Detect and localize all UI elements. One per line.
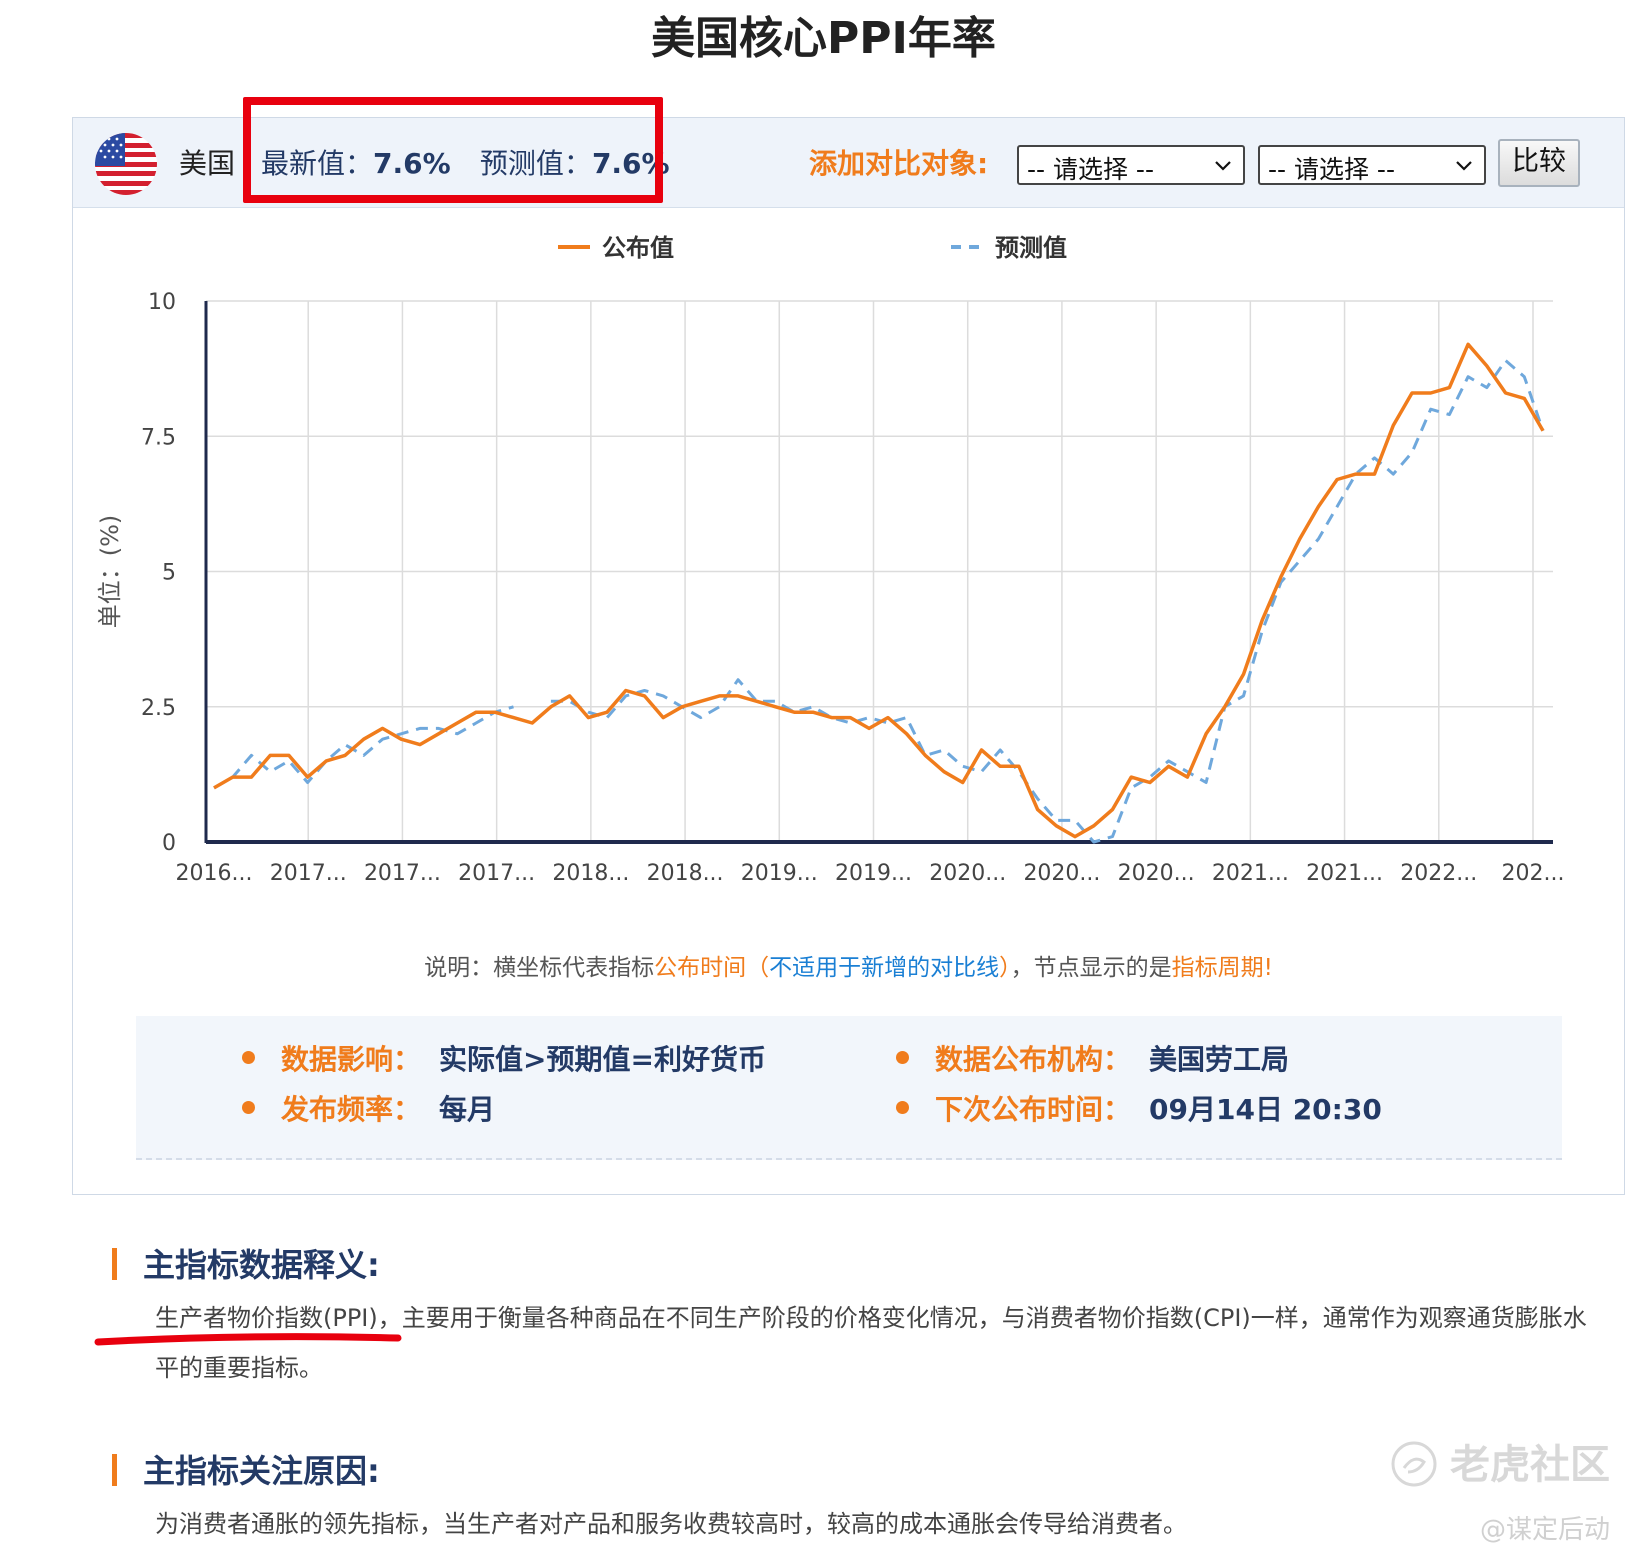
actual-series-line — [213, 342, 1545, 839]
us-flag-icon — [95, 133, 157, 195]
chevron-down-icon — [1215, 161, 1231, 171]
tiger-logo-icon — [1391, 1441, 1437, 1487]
watermark-author: @谋定后动 — [1480, 1515, 1611, 1545]
info-box: 数据影响： 实际值>预期值=利好货币 数据公布机构： 美国劳工局 发布频率： 每月 下… — [136, 1016, 1562, 1160]
x-tick-label: 2017... — [458, 861, 535, 886]
y-axis-label: 单位：(%) — [96, 515, 124, 629]
x-tick-label: 2018... — [647, 861, 724, 886]
indicator-panel: 美国 最新值：7.6% 预测值：7.6% 添加对比对象: -- 请选择 -- -… — [72, 97, 1625, 1195]
chart-note: 说明：横坐标代表指标公布时间（不适用于新增的对比线），节点显示的是指标周期! — [73, 948, 1624, 982]
country-label: 美国 — [179, 147, 236, 180]
reason-title: 主指标关注原因: — [143, 1452, 380, 1490]
x-tick-label: 2019... — [741, 861, 818, 886]
legend-actual-label: 公布值 — [602, 234, 674, 262]
note-paren-open: （ — [746, 955, 770, 981]
highlight-box — [243, 97, 663, 203]
header-bar: 美国 最新值：7.6% 预测值：7.6% 添加对比对象: -- 请选择 -- -… — [73, 97, 1624, 208]
x-tick-label: 2017... — [270, 861, 347, 886]
note-middle: ，节点显示的是 — [1010, 955, 1172, 981]
y-tick-label: 7.5 — [141, 425, 176, 450]
frequency-value: 每月 — [439, 1093, 496, 1126]
agency-label: 数据公布机构： — [935, 1043, 1132, 1076]
red-underline-mark — [94, 1333, 402, 1346]
x-tick-label: 2020... — [929, 861, 1006, 886]
y-tick-label: 10 — [148, 290, 176, 315]
impact-label: 数据影响： — [281, 1043, 422, 1076]
x-tick-label: 2019... — [835, 861, 912, 886]
frequency-label: 发布频率： — [281, 1093, 422, 1126]
note-prefix: 说明：横坐标代表指标 — [424, 955, 655, 981]
next-release-value: 09月14日 20:30 — [1149, 1093, 1382, 1126]
note-compare-line: 不适用于新增的对比线 — [769, 955, 1000, 981]
line-chart: 0 2.5 5 7.5 10 2016... 2017... 2017... 2017... 20… — [96, 234, 1565, 886]
info-impact: 数据影响： 实际值>预期值=利好货币 — [242, 1038, 766, 1078]
info-agency: 数据公布机构： 美国劳工局 — [896, 1038, 1289, 1078]
x-tick-label: 2017... — [364, 861, 441, 886]
x-tick-label: 2016... — [176, 861, 253, 886]
x-tick-label: 2020... — [1118, 861, 1195, 886]
forecast-series-line — [213, 359, 1545, 844]
compare-select-2[interactable]: -- 请选择 -- — [1258, 145, 1486, 185]
compare-button[interactable]: 比较 — [1498, 139, 1580, 187]
definition-title: 主指标数据释义: — [143, 1246, 380, 1284]
y-tick-label: 2.5 — [141, 696, 176, 721]
info-frequency: 发布频率： 每月 — [242, 1088, 495, 1128]
reason-heading: 主指标关注原因: — [112, 1446, 380, 1492]
note-period: 指标周期! — [1171, 955, 1273, 981]
reason-text: 为消费者通胀的领先指标，当生产者对产品和服务收费较高时，较高的成本通胀会传导给消… — [155, 1510, 1187, 1538]
x-tick-label: 2018... — [552, 861, 629, 886]
legend-forecast-label: 预测值 — [995, 234, 1067, 262]
definition-heading: 主指标数据释义: — [112, 1240, 380, 1286]
impact-value: 实际值>预期值=利好货币 — [439, 1043, 766, 1076]
chevron-down-icon — [1456, 161, 1472, 171]
note-paren-close: ） — [999, 955, 1011, 981]
note-publish-time: 公布时间 — [654, 955, 747, 981]
next-release-label: 下次公布时间： — [935, 1093, 1132, 1126]
x-tick-label: 2021... — [1212, 861, 1289, 886]
y-tick-label: 0 — [162, 831, 176, 856]
info-next-release: 下次公布时间： 09月14日 20:30 — [896, 1088, 1382, 1128]
x-tick-label: 2022... — [1400, 861, 1477, 886]
x-tick-label: 2020... — [1023, 861, 1100, 886]
compare-select-2-value: -- 请选择 -- — [1268, 155, 1395, 184]
y-tick-label: 5 — [162, 561, 176, 586]
agency-value: 美国劳工局 — [1149, 1043, 1290, 1076]
compare-select-1[interactable]: -- 请选择 -- — [1017, 145, 1245, 185]
x-tick-label: 2021... — [1306, 861, 1383, 886]
page-title: 美国核心PPI年率 — [651, 13, 996, 64]
watermark-text: 老虎社区 — [1450, 1442, 1610, 1488]
x-tick-label: 202... — [1502, 861, 1565, 886]
compare-select-1-value: -- 请选择 -- — [1027, 155, 1154, 184]
compare-label: 添加对比对象: — [809, 147, 989, 180]
